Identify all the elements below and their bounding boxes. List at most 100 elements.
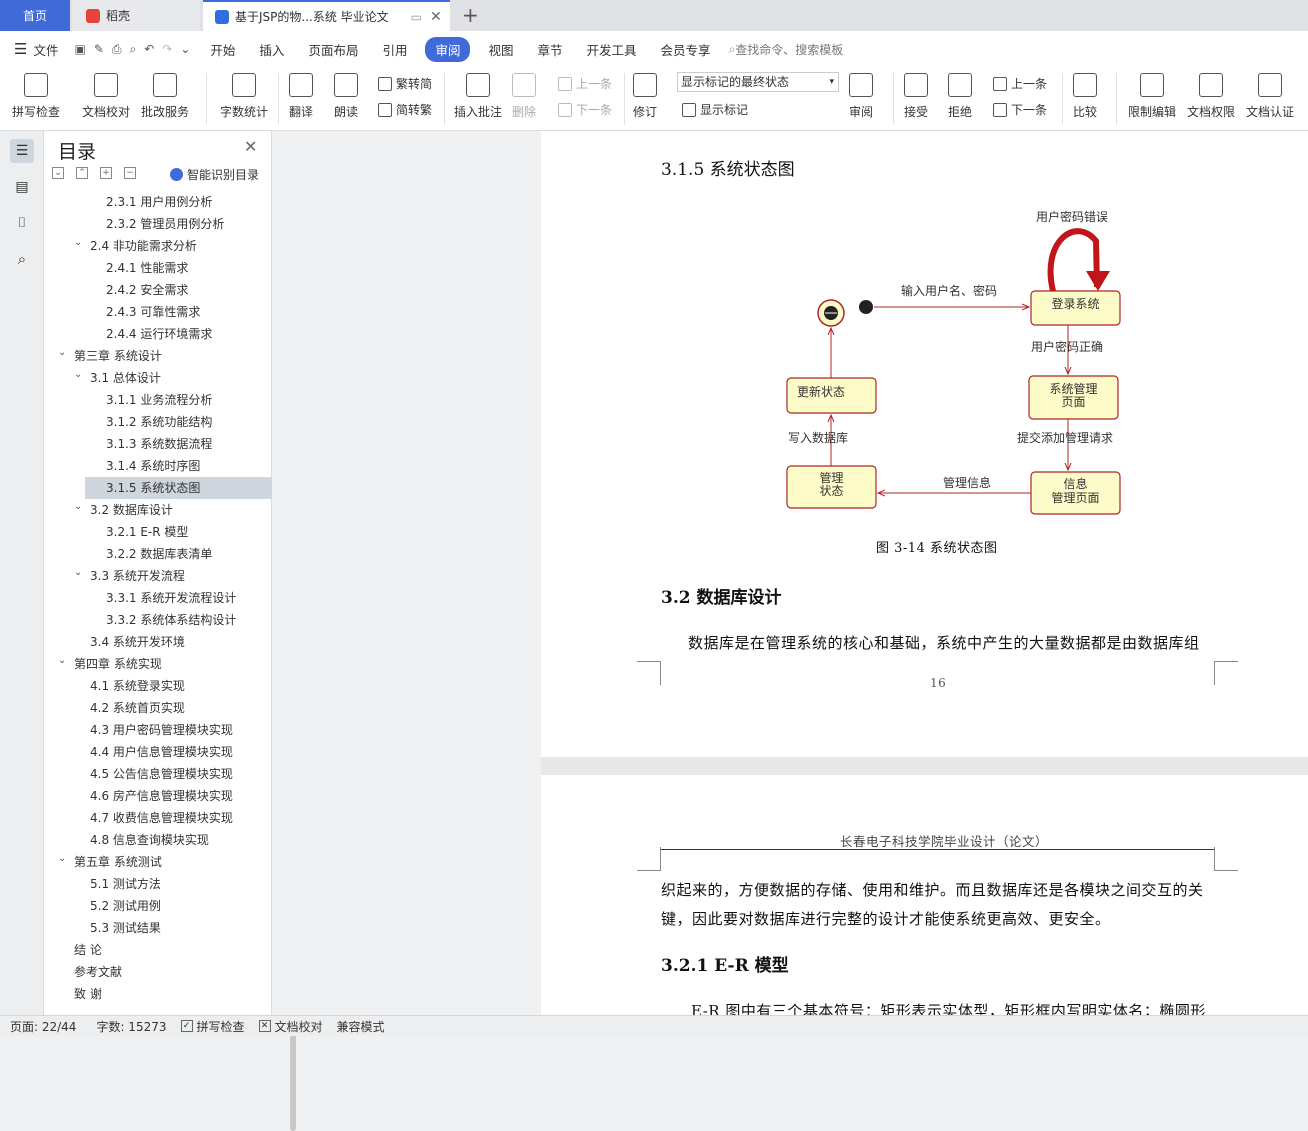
toc-item[interactable]: 2.3.1 用户用例分析 [44,191,244,213]
menu-start[interactable]: 开始 [198,40,247,59]
compare-button[interactable]: 比较 [1073,71,1097,120]
doc-cert-button[interactable]: 文档认证 [1246,71,1294,120]
proofread-button[interactable]: 文档校对 [82,71,130,120]
toc-item[interactable]: 2.4.4 运行环境需求 [44,323,244,345]
prev-comment-button[interactable]: 上一条 [558,75,612,92]
redo-icon[interactable]: ↷ [162,42,172,56]
review-pane-button[interactable]: 审阅 [849,71,873,120]
toc-item[interactable]: 3.1.3 系统数据流程 [44,433,244,455]
chevron-down-icon[interactable]: ⌄ [74,367,82,386]
show-markup-button[interactable]: 显示标记 [682,101,748,118]
track-changes-button[interactable]: 修订 [633,71,657,120]
delete-comment-button[interactable]: 删除 [512,71,536,120]
add-heading-icon[interactable]: + [100,167,112,179]
toc-item[interactable]: 2.4.1 性能需求 [44,257,244,279]
toc-item[interactable]: 4.3 用户密码管理模块实现 [44,719,244,741]
hamburger-icon[interactable]: ☰ [14,40,27,58]
menu-member[interactable]: 会员专享 [649,40,723,59]
chevron-down-icon[interactable]: ⌄ [58,653,66,672]
tab-document[interactable]: 基于JSP的物...系统 毕业论文 ▭ ✕ [203,0,450,31]
toc-item[interactable]: 3.2.1 E-R 模型 [44,521,244,543]
chevron-down-icon[interactable]: ⌄ [58,851,66,870]
toc-item[interactable]: ⌄ 第四章 系统实现 [44,653,244,675]
more-icon[interactable]: ⌄ [180,42,190,56]
toc-item[interactable]: 4.7 收费信息管理模块实现 [44,807,244,829]
read-aloud-button[interactable]: 朗读 [334,71,358,120]
toc-item[interactable]: 致 谢 [44,983,244,1005]
toc-item[interactable]: 5.1 测试方法 [44,873,244,895]
tab-daoke[interactable]: 稻壳 [72,0,200,31]
tab-home[interactable]: 首页 [0,0,70,31]
toc-item[interactable]: ⌄ 3.1 总体设计 [44,367,244,389]
word-count-button[interactable]: 字数统计 [220,71,268,120]
menu-view[interactable]: 视图 [476,40,525,59]
toc-item[interactable]: ⌄ 3.2 数据库设计 [44,499,244,521]
page-indicator[interactable]: 页面: 22/44 [10,1018,76,1035]
close-tab-icon[interactable]: ✕ [430,9,442,25]
preview-icon[interactable]: ⌕ [129,42,136,57]
close-icon[interactable]: ✕ [244,137,257,156]
toc-item[interactable]: 3.1.5 系统状态图 [85,477,286,499]
toc-item[interactable]: 3.3.2 系统体系结构设计 [44,609,244,631]
chevron-down-icon[interactable]: ⌄ [74,565,82,584]
toc-item[interactable]: 参考文献 [44,961,244,983]
new-tab-icon[interactable]: + [462,3,479,27]
smart-toc-button[interactable]: 智能识别目录 [170,166,259,183]
batch-service-button[interactable]: 批改服务 [141,71,189,120]
insert-comment-button[interactable]: 插入批注 [454,71,502,120]
toc-item[interactable]: 3.4 系统开发环境 [44,631,244,653]
toc-item[interactable]: 4.8 信息查询模块实现 [44,829,244,851]
spell-check-status[interactable]: ✓ 拼写检查 [180,1018,245,1035]
format-painter-icon[interactable]: ✎ [94,42,104,56]
toc-item[interactable]: 4.1 系统登录实现 [44,675,244,697]
menu-layout[interactable]: 页面布局 [296,40,370,59]
next-change-button[interactable]: 下一条 [993,101,1047,118]
toc-item[interactable]: 4.4 用户信息管理模块实现 [44,741,244,763]
spell-check-button[interactable]: 拼写检查 [12,71,60,120]
toc-item[interactable]: 5.3 测试结果 [44,917,244,939]
remove-heading-icon[interactable]: − [124,167,136,179]
float-window-icon[interactable]: ▭ [411,10,422,24]
menu-chapter[interactable]: 章节 [526,40,575,59]
toc-item[interactable]: 2.3.2 管理员用例分析 [44,213,244,235]
menu-reference[interactable]: 引用 [370,40,419,59]
proofread-status[interactable]: ✕ 文档校对 [258,1018,323,1035]
toc-item[interactable]: 3.2.2 数据库表清单 [44,543,244,565]
menu-devtools[interactable]: 开发工具 [575,40,649,59]
toc-item[interactable]: 3.1.4 系统时序图 [44,455,244,477]
command-search[interactable]: 查找命令、搜索模板 [735,41,843,58]
toc-item[interactable]: 3.3.1 系统开发流程设计 [44,587,244,609]
toc-panel-icon[interactable]: ☰ [10,139,34,163]
translate-button[interactable]: 翻译 [289,71,313,120]
markup-state-select[interactable]: 显示标记的最终状态 ▾ [677,72,839,92]
reject-button[interactable]: 拒绝 [948,71,972,120]
menu-file[interactable]: 文件 [27,40,70,59]
toc-item[interactable]: 5.2 测试用例 [44,895,244,917]
word-count-status[interactable]: 字数: 15273 [96,1018,166,1035]
print-icon[interactable]: ⎙ [112,42,122,57]
restrict-edit-button[interactable]: 限制编辑 [1128,71,1176,120]
trad-to-simp-button[interactable]: 繁转简 [378,75,432,92]
chevron-down-icon[interactable]: ⌄ [74,499,82,518]
toc-item[interactable]: 4.5 公告信息管理模块实现 [44,763,244,785]
toc-item[interactable]: 4.6 房产信息管理模块实现 [44,785,244,807]
toc-item[interactable]: 4.2 系统首页实现 [44,697,244,719]
simp-to-trad-button[interactable]: 简转繁 [378,101,432,118]
chevron-down-icon[interactable]: ⌄ [58,345,66,364]
bookmark-icon[interactable]: ⌷ [10,211,34,235]
undo-icon[interactable]: ↶ [144,42,154,56]
navigation-icon[interactable]: ▤ [10,175,34,199]
toc-item[interactable]: 2.4.2 安全需求 [44,279,244,301]
expand-up-icon[interactable]: ⌃ [76,167,88,179]
prev-change-button[interactable]: 上一条 [993,75,1047,92]
doc-permission-button[interactable]: 文档权限 [1187,71,1235,120]
accept-button[interactable]: 接受 [904,71,928,120]
toc-item[interactable]: 2.4.3 可靠性需求 [44,301,244,323]
toc-item[interactable]: ⌄ 3.3 系统开发流程 [44,565,244,587]
toc-item[interactable]: 结 论 [44,939,244,961]
next-comment-button[interactable]: 下一条 [558,101,612,118]
toc-item[interactable]: ⌄ 2.4 非功能需求分析 [44,235,244,257]
chevron-down-icon[interactable]: ⌄ [74,235,82,254]
find-icon[interactable]: ⌕ [10,247,34,271]
save-icon[interactable]: ▣ [74,42,85,56]
